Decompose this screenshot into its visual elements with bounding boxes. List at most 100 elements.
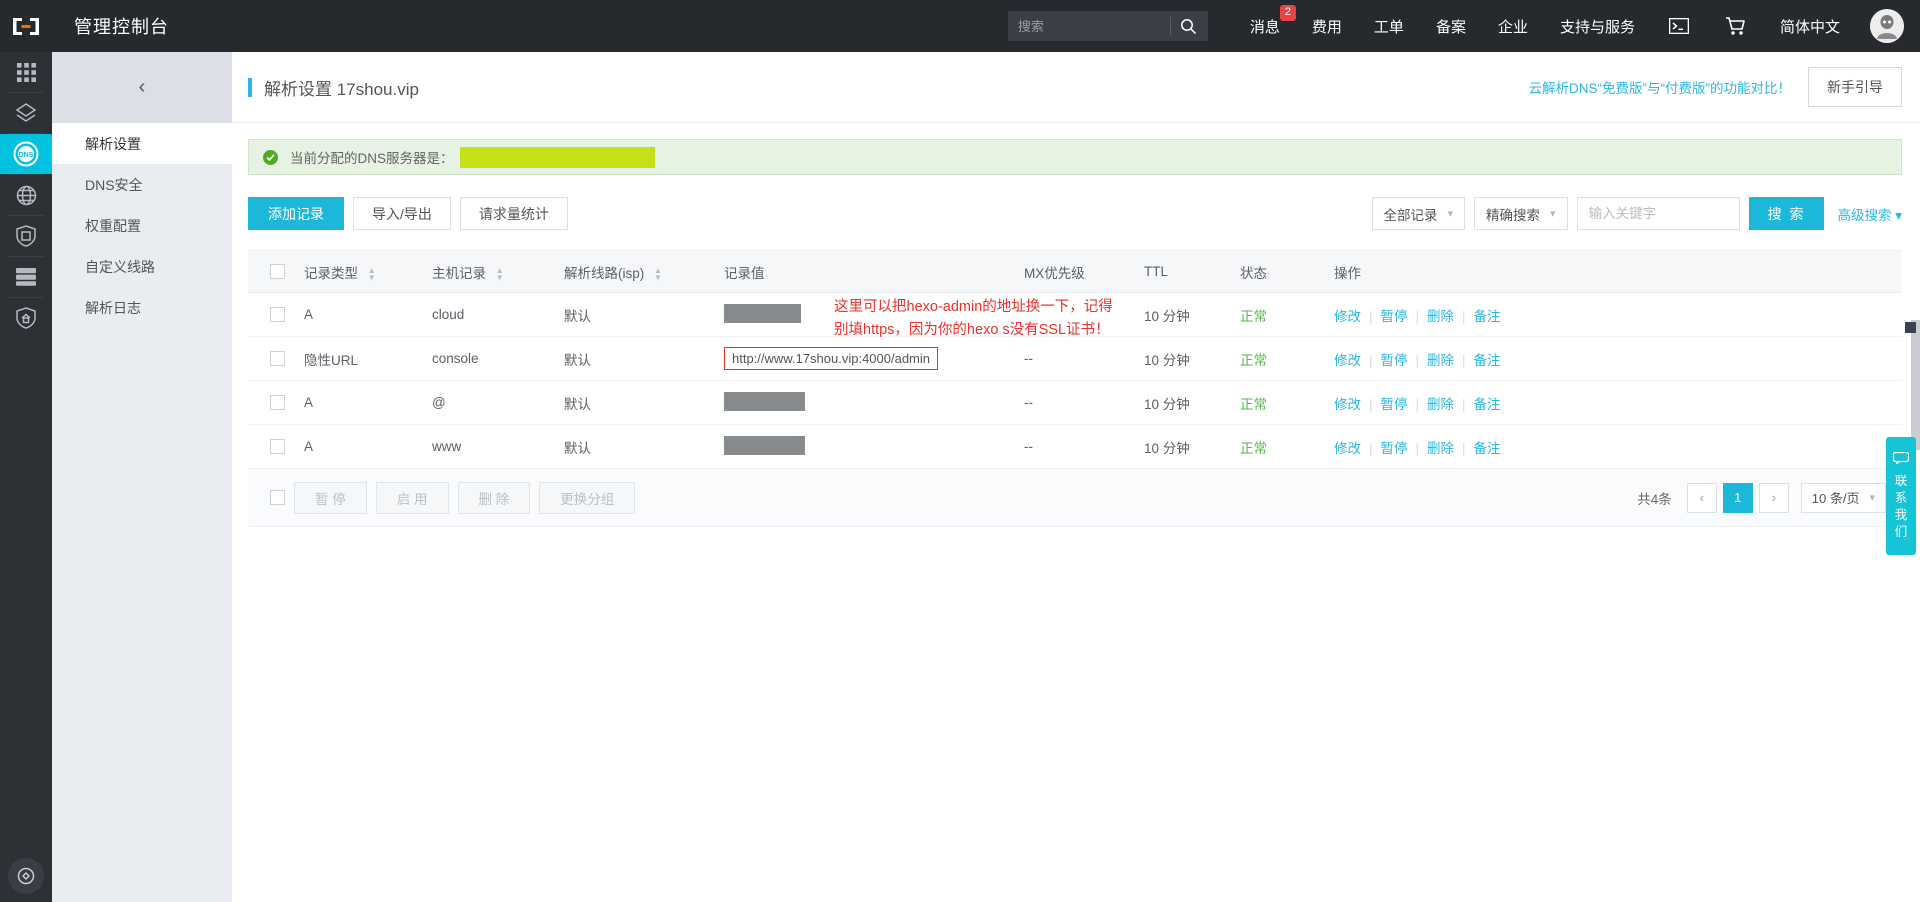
sidebar-item-dns[interactable]: DNS [0, 134, 52, 174]
scrollbar-thumb[interactable] [1905, 322, 1916, 333]
edit-link[interactable]: 修改 [1334, 309, 1361, 324]
contact-char-4: 们 [1894, 524, 1908, 539]
pause-link[interactable]: 暂停 [1381, 353, 1408, 368]
shield-icon[interactable] [0, 216, 52, 256]
nav-item-icp[interactable]: 备案 [1436, 16, 1466, 37]
table-header-row: 记录类型 ▲ ▼ 主机记录 ▲ ▼ 解析线路(isp) ▲ ▼ 记录值 MX优先级 T… [248, 250, 1902, 293]
nav-item-enterprise[interactable]: 企业 [1498, 16, 1528, 37]
add-record-button[interactable]: 添加记录 [248, 197, 344, 230]
icon-rail: DNS [0, 52, 52, 902]
delete-link[interactable]: 删除 [1427, 397, 1454, 412]
highlighted-record-value: http://www.17shou.vip:4000/admin [724, 347, 939, 370]
delete-link[interactable]: 删除 [1427, 353, 1454, 368]
page-1-button[interactable]: 1 [1722, 482, 1753, 513]
aliyun-logo[interactable] [0, 0, 52, 52]
page-scrollbar[interactable] [1911, 320, 1920, 450]
col-actions: 操作 [1334, 250, 1902, 293]
cell-isp-line: 默认 [564, 336, 724, 381]
nav-item-messages[interactable]: 消息 2 [1250, 4, 1296, 37]
cell-ttl: 10 分钟 [1144, 424, 1240, 469]
remark-link[interactable]: 备注 [1474, 397, 1501, 412]
page-size-selector[interactable]: 10 条/页 ▾ [1800, 482, 1886, 513]
row-checkbox[interactable] [270, 395, 285, 411]
batch-actions-row: 暂 停 启 用 删 除 更换分组 共4条 ‹ 1 › 10 条/页 ▾ [248, 469, 1902, 527]
sidebar-item-weight-config[interactable]: 权重配置 [52, 205, 232, 246]
col-record-type[interactable]: 记录类型 ▲ ▼ [304, 250, 432, 293]
edit-link[interactable]: 修改 [1334, 397, 1361, 412]
chevron-down-icon: ▾ [1447, 208, 1454, 220]
delete-link[interactable]: 删除 [1427, 309, 1454, 324]
batch-change-group-button[interactable]: 更换分组 [539, 481, 636, 514]
keyword-input[interactable] [1576, 197, 1740, 230]
search-input[interactable] [1007, 11, 1170, 41]
ecs-cube-icon[interactable] [0, 93, 52, 133]
language-selector[interactable]: 简体中文 [1780, 16, 1840, 37]
chevron-down-icon: ▾ [1869, 492, 1875, 504]
record-type-filter[interactable]: 全部记录 ▾ [1371, 197, 1466, 230]
nav-item-support[interactable]: 支持与服务 [1560, 16, 1635, 37]
cell-isp-line: 默认 [564, 424, 724, 469]
select-all-header [248, 250, 304, 293]
request-stats-button[interactable]: 请求量统计 [459, 197, 568, 230]
user-avatar[interactable] [1870, 9, 1904, 43]
table-toolbar: 添加记录 导入/导出 请求量统计 全部记录 ▾ 精确搜索 ▾ 搜 索 高级搜索 … [248, 197, 1902, 230]
batch-pause-button[interactable]: 暂 停 [294, 481, 367, 514]
security-home-icon[interactable] [0, 298, 52, 338]
terminal-icon[interactable] [1668, 18, 1689, 34]
cell-record-value: http://www.17shou.vip:4000/admin [724, 336, 1024, 381]
sidebar-item-custom-line[interactable]: 自定义线路 [52, 246, 232, 287]
search-icon[interactable] [1171, 11, 1207, 41]
footer-select-all-checkbox[interactable] [270, 490, 285, 505]
beginner-guide-button[interactable]: 新手引导 [1808, 67, 1902, 107]
sidebar-collapse-toggle[interactable]: ‹ [52, 52, 232, 123]
delete-link[interactable]: 删除 [1427, 441, 1454, 456]
remark-link[interactable]: 备注 [1474, 441, 1501, 456]
global-search[interactable] [1007, 11, 1208, 41]
remark-link[interactable]: 备注 [1474, 309, 1501, 324]
edit-link[interactable]: 修改 [1334, 353, 1361, 368]
cell-isp-line: 默认 [564, 380, 724, 425]
apps-grid-icon[interactable] [0, 52, 52, 92]
cell-actions: 修改 | 暂停 | 删除 | 备注 [1334, 380, 1902, 425]
next-page-button[interactable]: › [1758, 482, 1789, 513]
batch-delete-button[interactable]: 删 除 [457, 481, 531, 514]
redacted-ip [724, 435, 805, 455]
remark-link[interactable]: 备注 [1474, 353, 1501, 368]
select-all-checkbox[interactable] [270, 264, 285, 280]
sidebar-item-dns-log[interactable]: 解析日志 [52, 287, 232, 328]
record-type-filter-label: 全部记录 [1383, 207, 1438, 223]
pause-link[interactable]: 暂停 [1381, 397, 1408, 412]
main-content: 解析设置 17shou.vip 云解析DNS“免费版”与“付费版”的功能对比！ … [232, 52, 1920, 902]
search-mode-filter[interactable]: 精确搜索 ▾ [1474, 197, 1568, 230]
shopping-cart-icon[interactable] [1725, 16, 1746, 36]
row-checkbox[interactable] [270, 351, 285, 367]
pause-link[interactable]: 暂停 [1381, 441, 1408, 456]
cell-mx-priority: -- [1024, 380, 1144, 425]
globe-icon[interactable] [0, 175, 52, 215]
bottom-left-widget[interactable] [8, 858, 44, 894]
cell-actions: 修改 | 暂停 | 删除 | 备注 [1334, 424, 1902, 469]
sidebar-item-dns-settings[interactable]: 解析设置 [52, 123, 232, 164]
nav-item-billing[interactable]: 费用 [1312, 16, 1342, 37]
sort-icon[interactable]: ▲ ▼ [654, 266, 662, 281]
batch-enable-button[interactable]: 启 用 [375, 481, 449, 514]
edit-link[interactable]: 修改 [1334, 441, 1361, 456]
import-export-button[interactable]: 导入/导出 [353, 197, 451, 230]
contact-us-widget[interactable]: 联 系 我 们 [1886, 437, 1916, 555]
advanced-search-link[interactable]: 高级搜索 ▾ [1837, 204, 1902, 224]
sidebar-item-dns-security[interactable]: DNS安全 [52, 164, 232, 205]
server-stack-icon[interactable] [0, 257, 52, 297]
row-checkbox[interactable] [270, 307, 285, 323]
cell-host-record: www [432, 424, 564, 469]
sort-icon[interactable]: ▲ ▼ [496, 266, 504, 281]
message-badge: 2 [1279, 4, 1296, 21]
col-host-record[interactable]: 主机记录 ▲ ▼ [432, 250, 564, 293]
search-button[interactable]: 搜 索 [1748, 197, 1825, 230]
feature-compare-link[interactable]: 云解析DNS“免费版”与“付费版”的功能对比！ [1529, 77, 1792, 97]
pause-link[interactable]: 暂停 [1381, 309, 1408, 324]
row-checkbox[interactable] [270, 439, 285, 455]
sort-icon[interactable]: ▲ ▼ [368, 266, 376, 281]
col-isp-line[interactable]: 解析线路(isp) ▲ ▼ [564, 250, 724, 293]
prev-page-button[interactable]: ‹ [1686, 482, 1717, 513]
nav-item-tickets[interactable]: 工单 [1374, 16, 1404, 37]
